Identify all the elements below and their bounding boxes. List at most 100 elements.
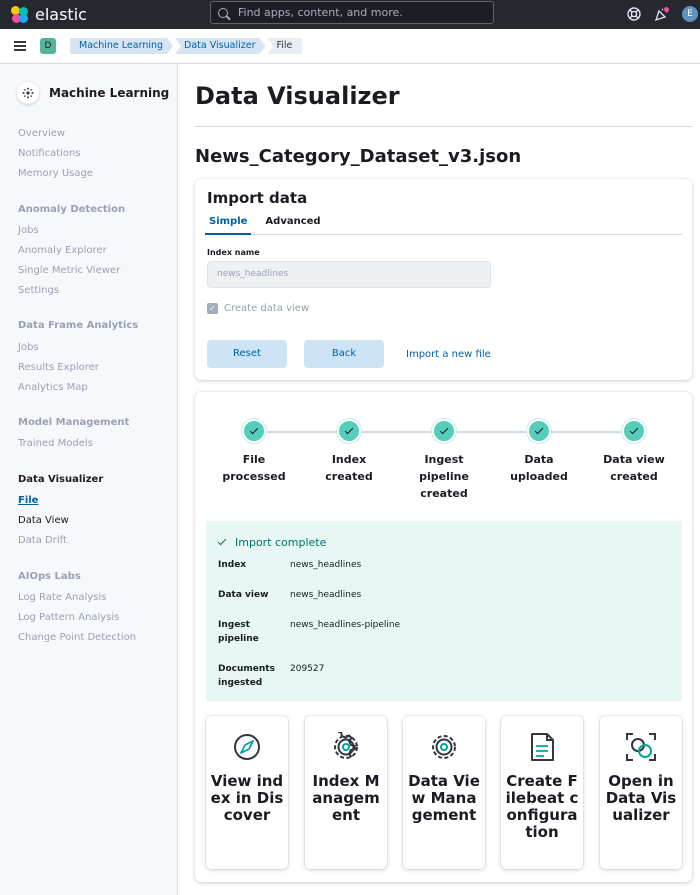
- step-label-line: created: [325, 470, 373, 483]
- sidebar-item-change-point-detection[interactable]: Change Point Detection: [18, 632, 136, 643]
- result-key: Ingest pipeline: [218, 620, 259, 644]
- card-title: View index in Discover: [210, 772, 284, 824]
- tab-simple[interactable]: Simple: [205, 215, 252, 235]
- index-name-label: Index name: [207, 248, 260, 257]
- step-complete-icon: [432, 419, 456, 443]
- machine-learning-icon: [17, 82, 39, 104]
- sidebar-item-results-explorer[interactable]: Results Explorer: [18, 362, 99, 373]
- step-data-uploaded: Data uploaded: [494, 419, 584, 485]
- search-icon: [218, 7, 228, 18]
- back-button[interactable]: Back: [304, 340, 384, 368]
- sidebar-item-ad-jobs[interactable]: Jobs: [18, 225, 39, 236]
- sidebar-item-trained-models[interactable]: Trained Models: [18, 438, 93, 449]
- step-ingest-pipeline-created: Ingest pipeline created: [399, 419, 489, 502]
- breadcrumb-bar: D Machine Learning Data Visualizer File: [0, 29, 700, 64]
- result-key: Index: [218, 560, 247, 570]
- step-label-line: Data view: [603, 453, 665, 466]
- step-label-line: Ingest: [424, 453, 464, 466]
- sidebar-item-notifications[interactable]: Notifications: [18, 148, 81, 159]
- sidebar-item-ad-settings[interactable]: Settings: [18, 285, 59, 296]
- sidebar-item-single-metric-viewer[interactable]: Single Metric Viewer: [18, 265, 120, 276]
- sidebar-item-overview[interactable]: Overview: [18, 128, 65, 139]
- result-value: news_headlines: [290, 560, 362, 570]
- import-progress-panel: File processed Index created Ingest pipe…: [195, 392, 692, 882]
- result-value: 209527: [290, 664, 325, 674]
- elastic-logo[interactable]: elastic: [11, 5, 201, 24]
- step-complete-icon: [622, 419, 646, 443]
- news-icon[interactable]: [654, 6, 670, 22]
- step-label-line: File: [242, 453, 266, 466]
- card-open-in-data-visualizer[interactable]: Open in Data Visualizer: [600, 716, 682, 869]
- gear-icon: [334, 732, 358, 759]
- step-label-line: pipeline: [419, 470, 469, 483]
- sidebar-item-anomaly-explorer[interactable]: Anomaly Explorer: [18, 245, 107, 256]
- sidebar-item-analytics-map[interactable]: Analytics Map: [18, 382, 88, 393]
- step-index-created: Index created: [304, 419, 394, 485]
- card-title: Data View Management: [408, 772, 480, 824]
- compass-icon: [234, 734, 260, 760]
- main-content: Data Visualizer News_Category_Dataset_v3…: [178, 64, 700, 895]
- user-avatar[interactable]: E: [682, 6, 698, 22]
- menu-icon[interactable]: [14, 41, 26, 51]
- step-label-line: created: [610, 470, 658, 483]
- global-search-input[interactable]: Find apps, content, and more.: [210, 1, 494, 24]
- card-view-in-discover[interactable]: View index in Discover: [206, 716, 288, 869]
- check-icon: [217, 536, 227, 546]
- sidebar-item-log-rate-analysis[interactable]: Log Rate Analysis: [18, 592, 106, 603]
- card-create-filebeat-configuration[interactable]: Create Filebeat configuration: [501, 716, 583, 869]
- top-header: elastic Find apps, content, and more. E: [0, 0, 700, 29]
- gear-icon: [432, 735, 456, 759]
- sidebar-title-text: Machine Learning: [49, 86, 170, 100]
- result-key: Documents ingested: [218, 664, 275, 688]
- create-data-view-checkbox[interactable]: ✓ Create data view: [207, 303, 309, 314]
- card-title: Index Management: [312, 772, 380, 824]
- sidebar-title: Machine Learning: [17, 82, 169, 104]
- reset-button[interactable]: Reset: [207, 340, 287, 368]
- step-label-line: created: [420, 487, 468, 500]
- space-badge[interactable]: D: [40, 38, 56, 54]
- result-value: news_headlines-pipeline: [290, 620, 401, 630]
- index-name-input[interactable]: news_headlines: [207, 261, 491, 288]
- card-title: Open in Data Visualizer: [605, 772, 677, 824]
- step-file-processed: File processed: [209, 419, 299, 485]
- page-title: Data Visualizer: [195, 82, 400, 110]
- import-complete-title: Import complete: [235, 536, 327, 549]
- sidebar-item-dfa-jobs[interactable]: Jobs: [18, 342, 39, 353]
- breadcrumb: Machine Learning Data Visualizer File: [70, 38, 304, 54]
- sidebar-group-data-visualizer: Data Visualizer: [18, 474, 104, 485]
- import-complete-callout: Import complete Index news_headlines Dat…: [206, 521, 682, 701]
- title-divider: [195, 126, 692, 127]
- sidebar: Machine Learning Overview Notifications …: [0, 64, 178, 895]
- sidebar-item-memory-usage[interactable]: Memory Usage: [18, 168, 93, 179]
- visualize-icon: [626, 733, 656, 761]
- import-new-file-link[interactable]: Import a new file: [406, 349, 491, 360]
- card-data-view-management[interactable]: Data View Management: [403, 716, 485, 869]
- file-name-heading: News_Category_Dataset_v3.json: [195, 146, 522, 167]
- tab-advanced[interactable]: Advanced: [261, 215, 324, 235]
- brand-name: elastic: [35, 5, 87, 24]
- elastic-logo-icon: [11, 5, 29, 24]
- sidebar-item-file[interactable]: File: [18, 495, 38, 506]
- sidebar-group-data-frame-analytics: Data Frame Analytics: [18, 320, 139, 331]
- sidebar-group-anomaly-detection: Anomaly Detection: [18, 204, 126, 215]
- import-data-title: Import data: [207, 189, 308, 207]
- import-data-panel: Import data Simple Advanced Index name n…: [195, 179, 692, 380]
- checkbox-checked-icon: ✓: [207, 303, 218, 314]
- result-value: news_headlines: [290, 590, 362, 600]
- breadcrumb-data-visualizer[interactable]: Data Visualizer: [175, 38, 265, 54]
- sidebar-item-log-pattern-analysis[interactable]: Log Pattern Analysis: [18, 612, 119, 623]
- sidebar-item-data-drift[interactable]: Data Drift: [18, 535, 67, 546]
- step-label-line: Data: [524, 453, 554, 466]
- step-data-view-created: Data view created: [589, 419, 679, 485]
- help-icon[interactable]: [626, 6, 642, 22]
- step-complete-icon: [337, 419, 361, 443]
- breadcrumb-machine-learning[interactable]: Machine Learning: [70, 38, 173, 54]
- document-icon: [531, 733, 554, 761]
- card-index-management[interactable]: Index Management: [305, 716, 387, 869]
- card-title: Create Filebeat configuration: [505, 772, 579, 841]
- sidebar-group-model-management: Model Management: [18, 417, 130, 428]
- sidebar-item-data-view[interactable]: Data View: [18, 515, 69, 526]
- breadcrumb-file: File: [267, 38, 303, 54]
- step-complete-icon: [242, 419, 266, 443]
- create-data-view-label: Create data view: [224, 303, 310, 314]
